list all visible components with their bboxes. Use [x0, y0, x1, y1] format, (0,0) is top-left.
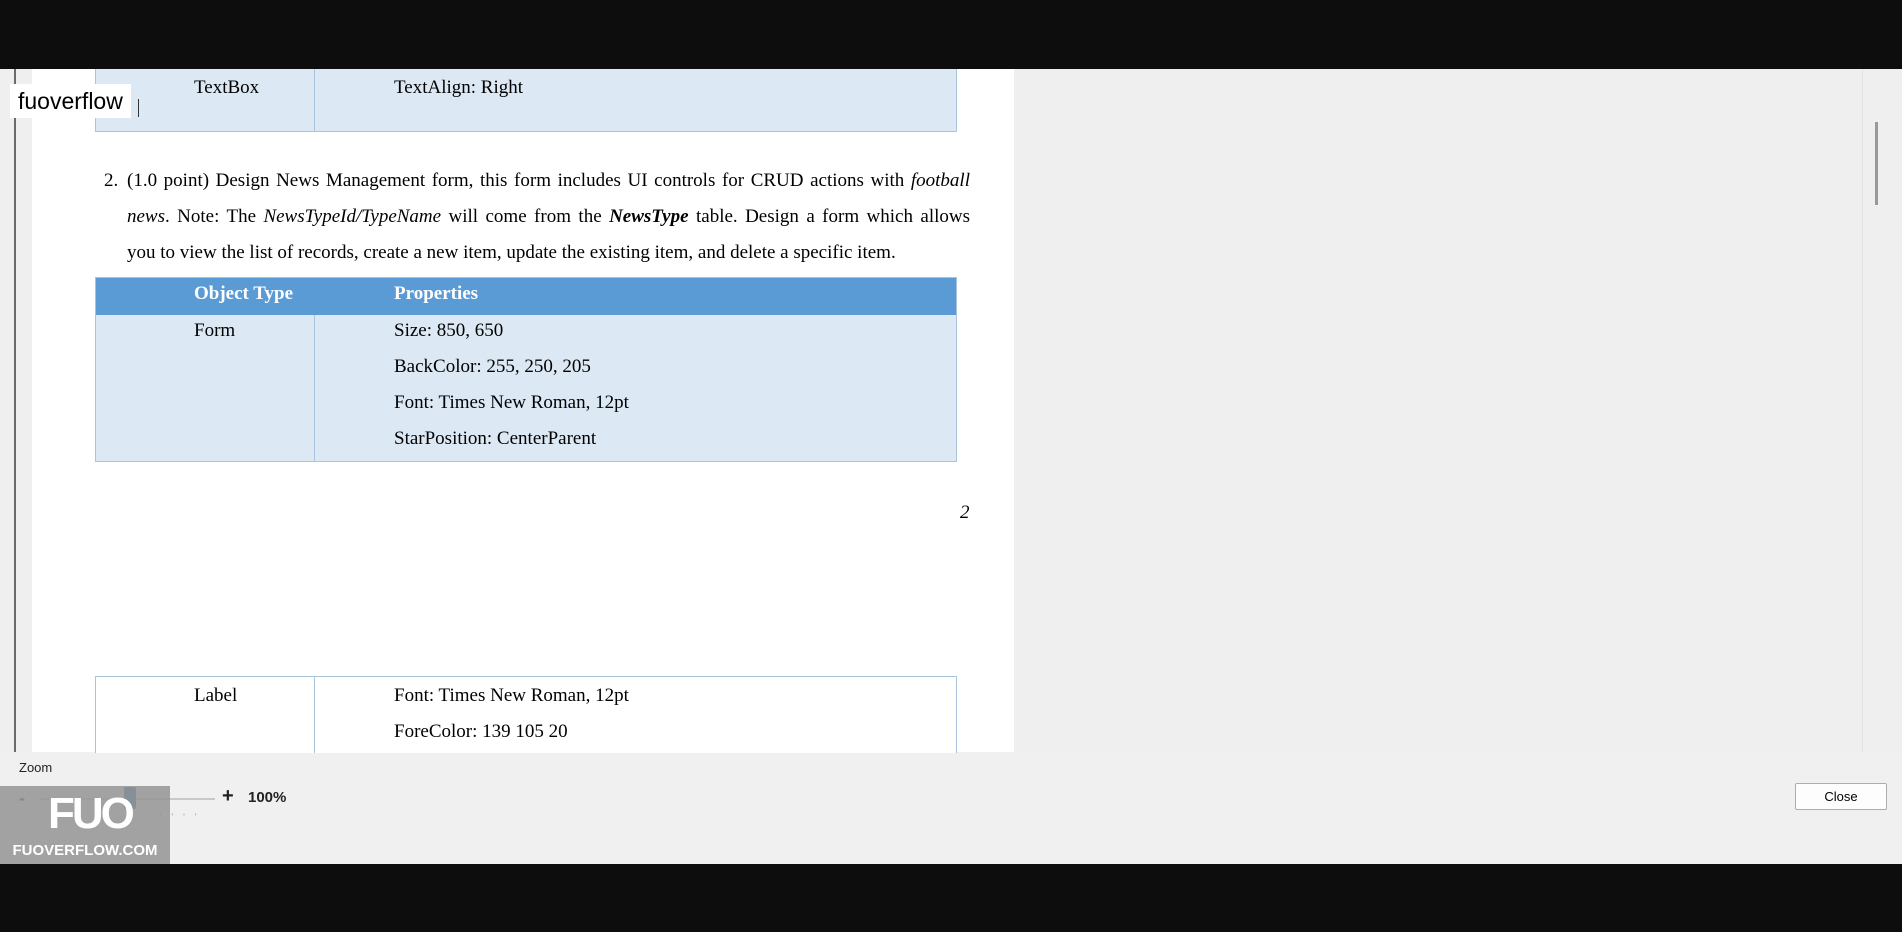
question-line-1: (1.0 point) Design News Management form,…	[127, 170, 970, 192]
logo-caption: FUOVERFLOW.COM	[12, 842, 158, 859]
question-line-3: you to view the list of records, create …	[127, 242, 896, 263]
question-emphasis: football	[910, 170, 970, 191]
document-viewer[interactable]: TextBox TextAlign: Right 2. (1.0 point) …	[0, 69, 1902, 753]
property-line: BackColor: 255, 250, 205	[394, 356, 591, 377]
header-properties: Properties	[394, 283, 479, 304]
text-cursor	[138, 99, 139, 117]
textbox-row-table: TextBox TextAlign: Right	[95, 69, 957, 132]
zoom-level-value: 100%	[248, 789, 287, 806]
question-emphasis: NewsTypeId/TypeName	[263, 206, 442, 227]
document-page: TextBox TextAlign: Right 2. (1.0 point) …	[32, 69, 1014, 753]
object-type-cell: Label	[194, 685, 238, 706]
question-text: will come from the	[441, 206, 610, 227]
zoom-label: Zoom	[19, 760, 53, 775]
object-type-cell: TextBox	[194, 77, 260, 98]
print-preview-window: TextBox TextAlign: Right 2. (1.0 point) …	[0, 69, 1902, 864]
question-text: table. Design a form which allows	[688, 206, 970, 227]
object-type-cell: Form	[194, 320, 236, 341]
property-line: Font: Times New Roman, 12pt	[394, 392, 629, 413]
viewer-left-border	[14, 69, 16, 752]
label-properties-table: Label Font: Times New Roman, 12pt ForeCo…	[95, 676, 957, 753]
property-line: StarPosition: CenterParent	[394, 428, 597, 449]
property-line: Font: Times New Roman, 12pt	[394, 685, 629, 706]
watermark-label: fuoverflow	[10, 84, 131, 118]
form-properties-table: Object Type Properties Form Size: 850, 6…	[95, 277, 957, 462]
watermark-logo: FUO FUOVERFLOW.COM	[0, 786, 170, 864]
question-emphasis-bold: NewsType	[609, 206, 689, 227]
vertical-scrollbar[interactable]	[1862, 69, 1902, 752]
property-line: Size: 850, 650	[394, 320, 504, 341]
zoom-in-button[interactable]: +	[222, 785, 234, 808]
properties-cell: TextAlign: Right	[394, 77, 524, 98]
header-object-type: Object Type	[194, 283, 294, 304]
table-header-row: Object Type Properties	[96, 278, 956, 315]
bottom-letterbox	[0, 864, 1902, 932]
top-letterbox	[0, 0, 1902, 69]
scrollbar-thumb[interactable]	[1875, 122, 1878, 205]
property-line: ForeColor: 139 105 20	[394, 721, 568, 742]
question-line-2: news. Note: The NewsTypeId/TypeName will…	[127, 206, 970, 228]
close-button[interactable]: Close	[1795, 783, 1887, 810]
page-number: 2	[960, 502, 970, 523]
question-text: . Note: The	[165, 206, 264, 227]
question-emphasis: news	[127, 206, 165, 227]
logo-mark: FUO	[48, 789, 135, 838]
question-number: 2.	[104, 170, 119, 191]
question-text: (1.0 point) Design News Management form,…	[127, 170, 911, 191]
